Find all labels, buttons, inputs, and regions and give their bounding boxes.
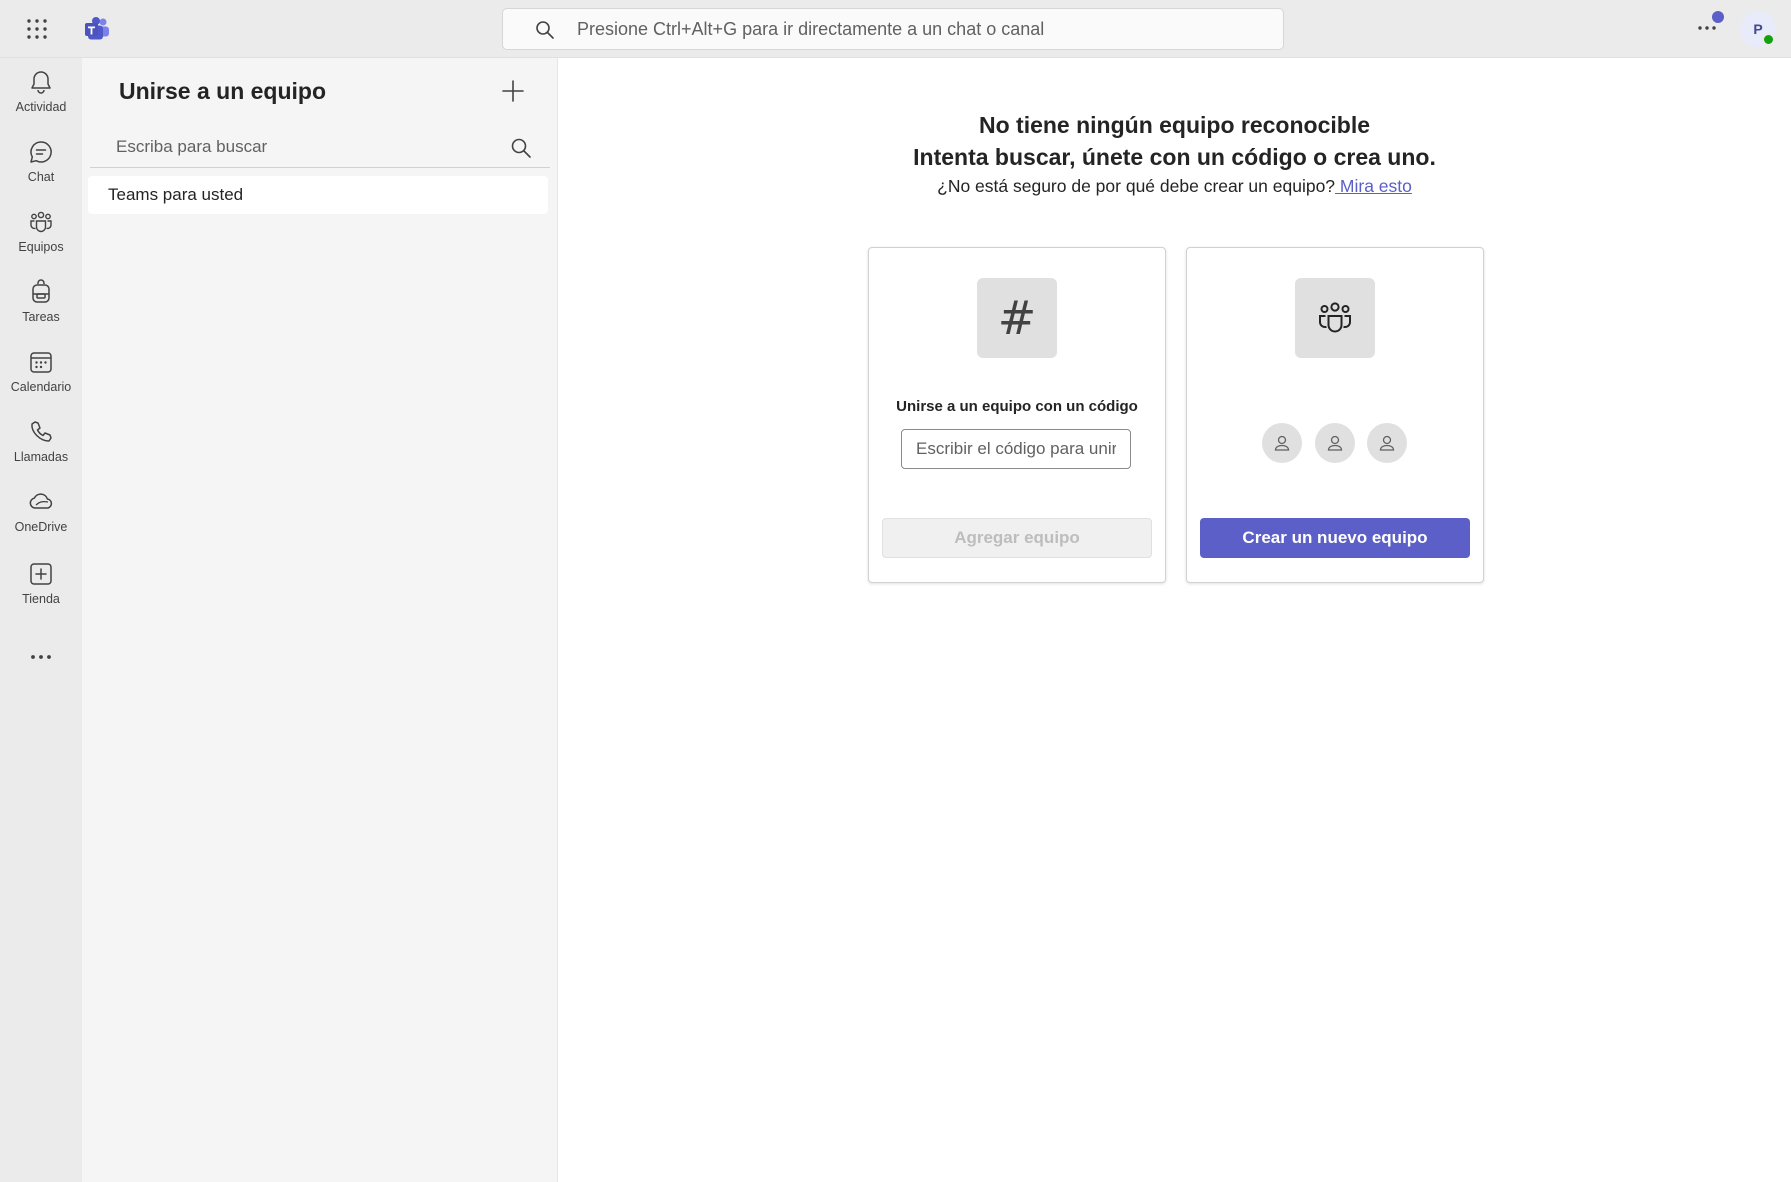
person-placeholder [1367, 423, 1407, 463]
rail-item-tienda[interactable]: Tienda [0, 560, 82, 624]
cloud-icon [29, 493, 53, 509]
empty-state-help: ¿No está seguro de por qué debe crear un… [558, 176, 1791, 197]
people-team-icon [1318, 302, 1352, 333]
teams-logo-icon [85, 17, 109, 40]
empty-state-title: No tiene ningún equipo reconocible [978, 112, 1370, 138]
add-team-button[interactable]: Agregar equipo [882, 518, 1152, 558]
rail-item-label: Calendario [10, 380, 72, 394]
rail-item-label: Chat [27, 170, 55, 184]
more-apps-icon[interactable] [26, 642, 56, 672]
person-icon [1327, 435, 1343, 451]
search-icon[interactable] [510, 137, 532, 159]
panel-title: Unirse a un equipo [119, 78, 327, 104]
rail-item-label: Actividad [15, 100, 67, 114]
app-rail: Actividad Chat Equipos Tareas Calendario… [0, 58, 82, 1182]
app-launcher-icon[interactable] [26, 18, 48, 40]
backpack-icon [32, 279, 50, 303]
rail-item-equipos[interactable]: Equipos [0, 208, 82, 272]
phone-icon [31, 421, 52, 442]
teams-panel: Unirse a un equipo Teams para usted [82, 58, 558, 1182]
teams-icon [30, 211, 52, 233]
rail-item-label: Equipos [18, 240, 64, 254]
presence-status-icon [1762, 33, 1775, 46]
rail-item-label: Llamadas [13, 450, 69, 464]
person-icon [1274, 435, 1290, 451]
rail-item-label: Tareas [22, 310, 60, 324]
list-item-teams-para-usted[interactable]: Teams para usted [88, 176, 548, 214]
rail-item-chat[interactable]: Chat [0, 138, 82, 202]
person-placeholder [1262, 423, 1302, 463]
calendar-icon [30, 352, 52, 373]
person-icon [1379, 435, 1395, 451]
chat-icon [30, 141, 52, 163]
add-app-icon [30, 563, 52, 585]
rail-item-label: Tienda [22, 592, 60, 606]
rail-item-calendario[interactable]: Calendario [0, 348, 82, 412]
main-content: No tiene ningún equipo reconocible Inten… [558, 58, 1791, 1182]
rail-item-onedrive[interactable]: OneDrive [0, 488, 82, 552]
teams-icon-tile [1295, 278, 1375, 358]
panel-search-box [90, 128, 550, 168]
notification-badge [1712, 11, 1724, 23]
rail-item-label: OneDrive [14, 520, 68, 534]
search-icon [536, 21, 554, 39]
global-search-input[interactable] [577, 9, 1267, 49]
hash-icon-tile: # [977, 278, 1057, 358]
team-code-input[interactable] [901, 429, 1131, 469]
join-with-code-label: Unirse a un equipo con un código [896, 398, 1138, 415]
global-search-box[interactable] [502, 8, 1284, 50]
rail-item-tareas[interactable]: Tareas [0, 278, 82, 342]
rail-item-actividad[interactable]: Actividad [0, 68, 82, 132]
create-team-card: Crear un nuevo equipo [1186, 247, 1484, 583]
help-text: ¿No está seguro de por qué debe crear un… [937, 176, 1336, 196]
create-new-team-button[interactable]: Crear un nuevo equipo [1200, 518, 1470, 558]
hashtag-icon: # [997, 291, 1037, 345]
top-bar: P [0, 0, 1791, 58]
empty-state-subtitle: Intenta buscar, únete con un código o cr… [913, 144, 1436, 170]
panel-search-input[interactable] [90, 128, 490, 166]
plus-icon[interactable] [498, 76, 528, 106]
person-placeholder [1315, 423, 1355, 463]
rail-item-llamadas[interactable]: Llamadas [0, 418, 82, 482]
watch-this-link[interactable]: Mira esto [1335, 176, 1412, 196]
join-with-code-card: # Unirse a un equipo con un código Agreg… [868, 247, 1166, 583]
bell-icon [31, 71, 51, 94]
